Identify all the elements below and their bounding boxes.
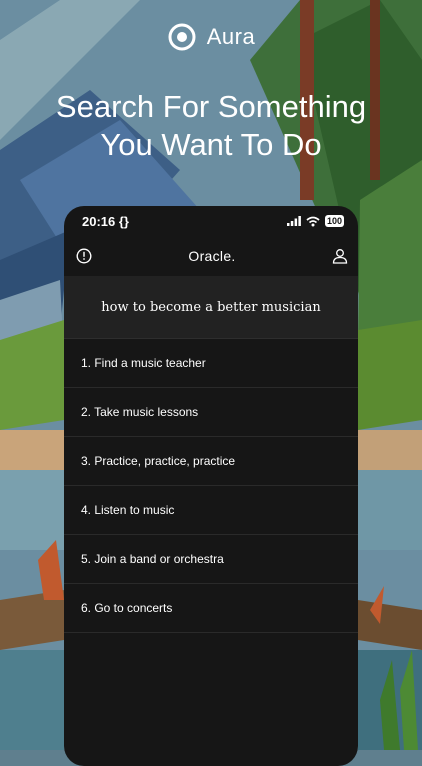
headline: Search For Something You Want To Do [0, 88, 422, 164]
status-time-value: 20:16 [82, 213, 116, 229]
status-bar: 20:16 {} 100 [64, 206, 358, 236]
brand-header: Aura [0, 22, 422, 52]
headline-line-1: Search For Something [55, 89, 367, 124]
list-item[interactable]: 2. Take music lessons [64, 388, 358, 437]
wifi-icon [306, 216, 320, 226]
list-item[interactable]: 6. Go to concerts [64, 584, 358, 633]
results-list: 1. Find a music teacher 2. Take music le… [64, 339, 358, 633]
list-item[interactable]: 1. Find a music teacher [64, 339, 358, 388]
aura-logo-icon [168, 23, 196, 51]
battery-icon: 100 [324, 215, 344, 227]
app-bar: Oracle. [64, 236, 358, 276]
headline-line-2: You Want To Do [100, 127, 322, 162]
list-item[interactable]: 3. Practice, practice, practice [64, 437, 358, 486]
list-item[interactable]: 5. Join a band or orchestra [64, 535, 358, 584]
brand-name: Aura [206, 24, 256, 49]
search-query[interactable]: how to become a better musician [64, 276, 358, 339]
status-time-suffix: {} [118, 213, 129, 229]
status-time: 20:16 {} [82, 214, 129, 229]
user-icon[interactable] [332, 248, 348, 264]
app-title: Oracle. [188, 248, 236, 264]
info-circle-icon[interactable] [76, 248, 92, 264]
list-item[interactable]: 4. Listen to music [64, 486, 358, 535]
status-icons: 100 [286, 215, 344, 227]
phone-mockup: 20:16 {} 100 Oracle. how to become a bet… [64, 206, 358, 766]
signal-icon [286, 216, 301, 226]
